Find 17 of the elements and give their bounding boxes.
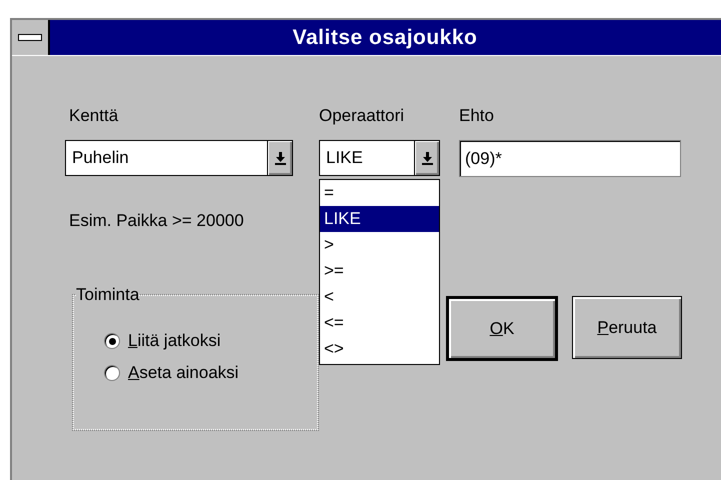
system-menu-button[interactable] bbox=[12, 20, 50, 55]
system-menu-icon bbox=[18, 34, 42, 41]
field-label: Kenttä bbox=[69, 106, 120, 126]
operator-label: Operaattori bbox=[319, 106, 406, 126]
radio-option[interactable]: Aseta ainoaksi bbox=[104, 363, 239, 383]
list-option[interactable]: LIKE bbox=[320, 206, 439, 232]
operator-dropdown[interactable]: LIKE bbox=[319, 140, 440, 176]
ok-button[interactable]: OK bbox=[446, 296, 558, 361]
down-arrow-icon bbox=[422, 152, 432, 164]
window-title: Valitse osajoukko bbox=[292, 24, 478, 50]
condition-label: Ehto bbox=[459, 106, 494, 126]
field-dropdown[interactable]: Puhelin bbox=[65, 140, 293, 176]
down-arrow-icon bbox=[274, 152, 286, 164]
cancel-button[interactable]: Peruuta bbox=[572, 296, 682, 359]
radio-option[interactable]: Liitä jatkoksi bbox=[104, 331, 221, 351]
condition-input[interactable]: (09)* bbox=[459, 140, 681, 177]
hint-text: Esim. Paikka >= 20000 bbox=[69, 211, 244, 231]
